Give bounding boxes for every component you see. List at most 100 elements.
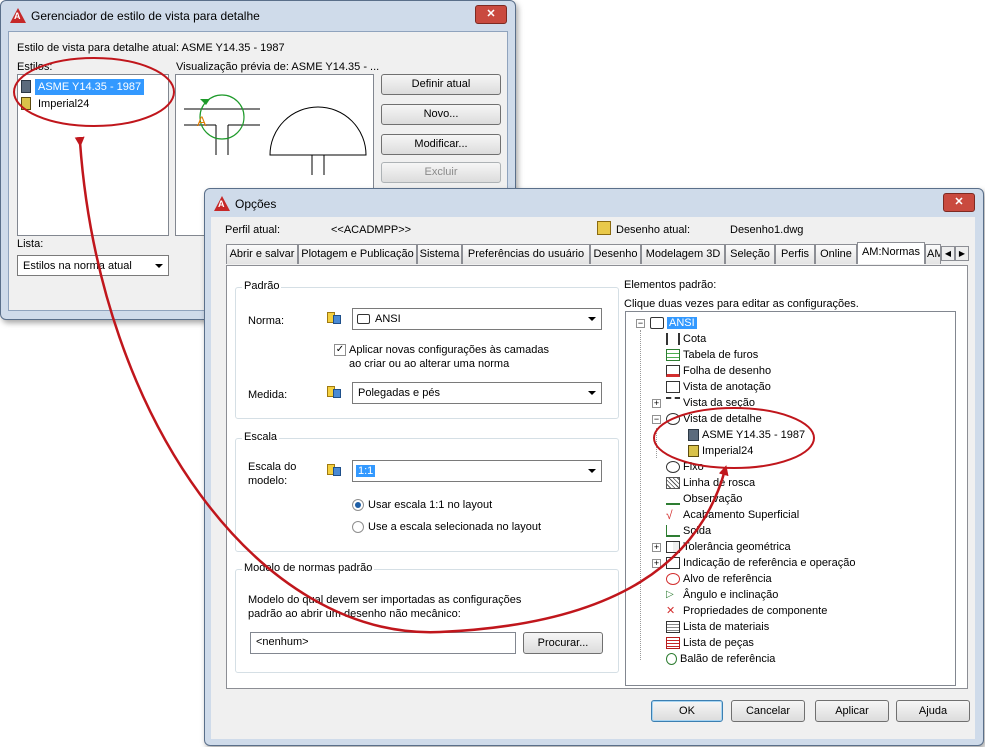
radio-use-1-1-scale[interactable] xyxy=(352,499,364,511)
tab-abrir-e-salvar[interactable]: Abrir e salvar xyxy=(226,244,298,264)
style-item-imperial[interactable]: Imperial24 xyxy=(21,96,149,112)
options-tabs: Abrir e salvar Plotagem e Publicação Sis… xyxy=(226,242,969,266)
escala-dropdown[interactable]: 1:1 xyxy=(352,460,602,482)
options-close-button[interactable]: ✕ xyxy=(943,193,975,212)
tree-item-label: Tolerância geométrica xyxy=(683,541,791,553)
tree-item-vista-de-detalhe[interactable]: Vista de detalhe xyxy=(666,411,762,427)
tree-item-asme-y14-35[interactable]: ASME Y14.35 - 1987 xyxy=(688,427,805,443)
style-item-asme[interactable]: ASME Y14.35 - 1987 xyxy=(21,79,149,95)
detail-style-icon xyxy=(21,80,31,93)
standards-icon xyxy=(326,309,342,325)
manager-close-button[interactable]: ✕ xyxy=(475,5,507,24)
tree-item-label: Lista de materiais xyxy=(683,621,770,633)
delete-style-button[interactable]: Excluir xyxy=(381,162,501,183)
tab-selecao[interactable]: Seleção xyxy=(725,244,775,264)
tree-item-cota[interactable]: Cota xyxy=(666,331,706,347)
note-leader-icon xyxy=(666,493,680,506)
norma-dropdown[interactable]: ANSI xyxy=(352,308,602,330)
tab-scroll-right-button[interactable]: ▶ xyxy=(955,246,969,261)
tab-sistema[interactable]: Sistema xyxy=(417,244,462,264)
tab-perfis[interactable]: Perfis xyxy=(775,244,815,264)
apply-layers-checkbox[interactable]: ✓ xyxy=(334,344,346,356)
style-item-label: Imperial24 xyxy=(38,98,90,110)
tree-item-angulo-e-inclinacao[interactable]: ▷ Ângulo e inclinação xyxy=(666,587,778,603)
tree-item-balao-de-referencia[interactable]: Balão de referência xyxy=(666,651,775,667)
tree-expand-icon[interactable]: + xyxy=(652,543,661,552)
help-button[interactable]: Ajuda xyxy=(896,700,970,722)
tab-am-normas[interactable]: AM:Normas xyxy=(857,242,925,264)
tree-item-tolerancia-geometrica[interactable]: Tolerância geométrica xyxy=(666,539,791,555)
tab-scroll-left-button[interactable]: ◀ xyxy=(941,246,955,261)
apply-button[interactable]: Aplicar xyxy=(815,700,889,722)
tree-item-vista-da-secao[interactable]: Vista da seção xyxy=(666,395,755,411)
tree-item-imperial24[interactable]: Imperial24 xyxy=(688,443,753,459)
tree-item-label: Tabela de furos xyxy=(683,349,759,361)
set-current-button[interactable]: Definir atual xyxy=(381,74,501,95)
preview-letter: A xyxy=(197,113,207,129)
drawing-label: Desenho atual: xyxy=(616,224,690,236)
radio-use-selected-scale[interactable] xyxy=(352,521,364,533)
tree-item-tabela-de-furos[interactable]: Tabela de furos xyxy=(666,347,758,363)
tree-item-lista-de-pecas[interactable]: Lista de peças xyxy=(666,635,754,651)
tree-item-folha-de-desenho[interactable]: Folha de desenho xyxy=(666,363,771,379)
tree-item-solda[interactable]: Solda xyxy=(666,523,711,539)
tree-item-lista-de-materiais[interactable]: Lista de materiais xyxy=(666,619,769,635)
thread-line-icon xyxy=(666,477,680,490)
tree-collapse-icon[interactable]: − xyxy=(652,415,661,424)
tree-root-label: ANSI xyxy=(667,317,697,329)
tree-item-label: Indicação de referência e operação xyxy=(683,557,856,569)
padrao-group-title: Padrão xyxy=(242,280,282,292)
tab-online[interactable]: Online xyxy=(815,244,857,264)
tree-item-fixo[interactable]: Fixo xyxy=(666,459,704,475)
standards-icon xyxy=(326,383,342,399)
tree-expand-icon[interactable]: + xyxy=(652,399,661,408)
medida-dropdown[interactable]: Polegadas e pés xyxy=(352,382,602,404)
medida-value: Polegadas e pés xyxy=(358,387,440,399)
options-titlebar[interactable]: Opções ✕ xyxy=(205,189,983,219)
cancel-button[interactable]: Cancelar xyxy=(731,700,805,722)
chevron-down-icon xyxy=(588,391,596,395)
tree-item-linha-de-rosca[interactable]: Linha de rosca xyxy=(666,475,755,491)
component-properties-icon: ✕ xyxy=(666,605,676,618)
tab-preferencias[interactable]: Preferências do usuário xyxy=(462,244,590,264)
modelo-desc-line1: Modelo do qual devem ser importadas as c… xyxy=(248,594,522,606)
options-body: Perfil atual: <<ACADMPP>> Desenho atual:… xyxy=(211,217,975,739)
detail-style-icon xyxy=(688,445,699,458)
modelo-group-title: Modelo de normas padrão xyxy=(242,562,375,574)
tree-item-observacao[interactable]: Observação xyxy=(666,491,742,507)
tree-collapse-icon[interactable]: − xyxy=(636,319,645,328)
tree-item-alvo-de-referencia[interactable]: Alvo de referência xyxy=(666,571,772,587)
modify-style-button[interactable]: Modificar... xyxy=(381,134,501,155)
list-filter-dropdown[interactable]: Estilos na norma atual xyxy=(17,255,169,276)
tree-root-ansi[interactable]: ANSI xyxy=(650,315,697,331)
tab-desenho[interactable]: Desenho xyxy=(590,244,641,264)
tree-expand-icon[interactable]: + xyxy=(652,559,661,568)
chevron-down-icon xyxy=(588,469,596,473)
tree-item-label: Ângulo e inclinação xyxy=(683,589,779,601)
tab-plotagem[interactable]: Plotagem e Publicação xyxy=(298,244,417,264)
tab-modelagem-3d[interactable]: Modelagem 3D xyxy=(641,244,725,264)
tree-item-label: Fixo xyxy=(683,461,704,473)
new-style-button[interactable]: Novo... xyxy=(381,104,501,125)
profile-value: <<ACADMPP>> xyxy=(331,224,412,236)
tree-item-acabamento-superficial[interactable]: √ Acabamento Superficial xyxy=(666,507,799,523)
options-title: Opções xyxy=(235,197,277,211)
tree-item-label: Cota xyxy=(683,333,707,345)
tree-item-propriedades-componente[interactable]: ✕ Propriedades de componente xyxy=(666,603,827,619)
tab-am-overflow[interactable]: AM xyxy=(925,244,941,264)
manager-titlebar[interactable]: Gerenciador de estilo de vista para deta… xyxy=(1,1,515,31)
radio-use-1-1-label: Usar escala 1:1 no layout xyxy=(368,499,493,511)
standard-elements-tree[interactable]: − ANSI Cota Tabela de furos Folha de des… xyxy=(625,311,956,686)
template-path-field[interactable]: <nenhum> xyxy=(250,632,516,654)
browse-button[interactable]: Procurar... xyxy=(523,632,603,654)
styles-list[interactable]: ASME Y14.35 - 1987 Imperial24 xyxy=(17,74,169,236)
norma-value: ANSI xyxy=(375,313,401,325)
options-window: Opções ✕ Perfil atual: <<ACADMPP>> Desen… xyxy=(204,188,984,746)
styles-label: Estilos: xyxy=(17,61,53,73)
ok-button[interactable]: OK xyxy=(651,700,723,722)
autocad-logo-icon xyxy=(214,196,230,211)
chevron-down-icon xyxy=(588,317,596,321)
tree-item-indicacao-referencia[interactable]: Indicação de referência e operação xyxy=(666,555,855,571)
tree-item-vista-de-anotacao[interactable]: Vista de anotação xyxy=(666,379,771,395)
escala-value: 1:1 xyxy=(356,465,376,477)
